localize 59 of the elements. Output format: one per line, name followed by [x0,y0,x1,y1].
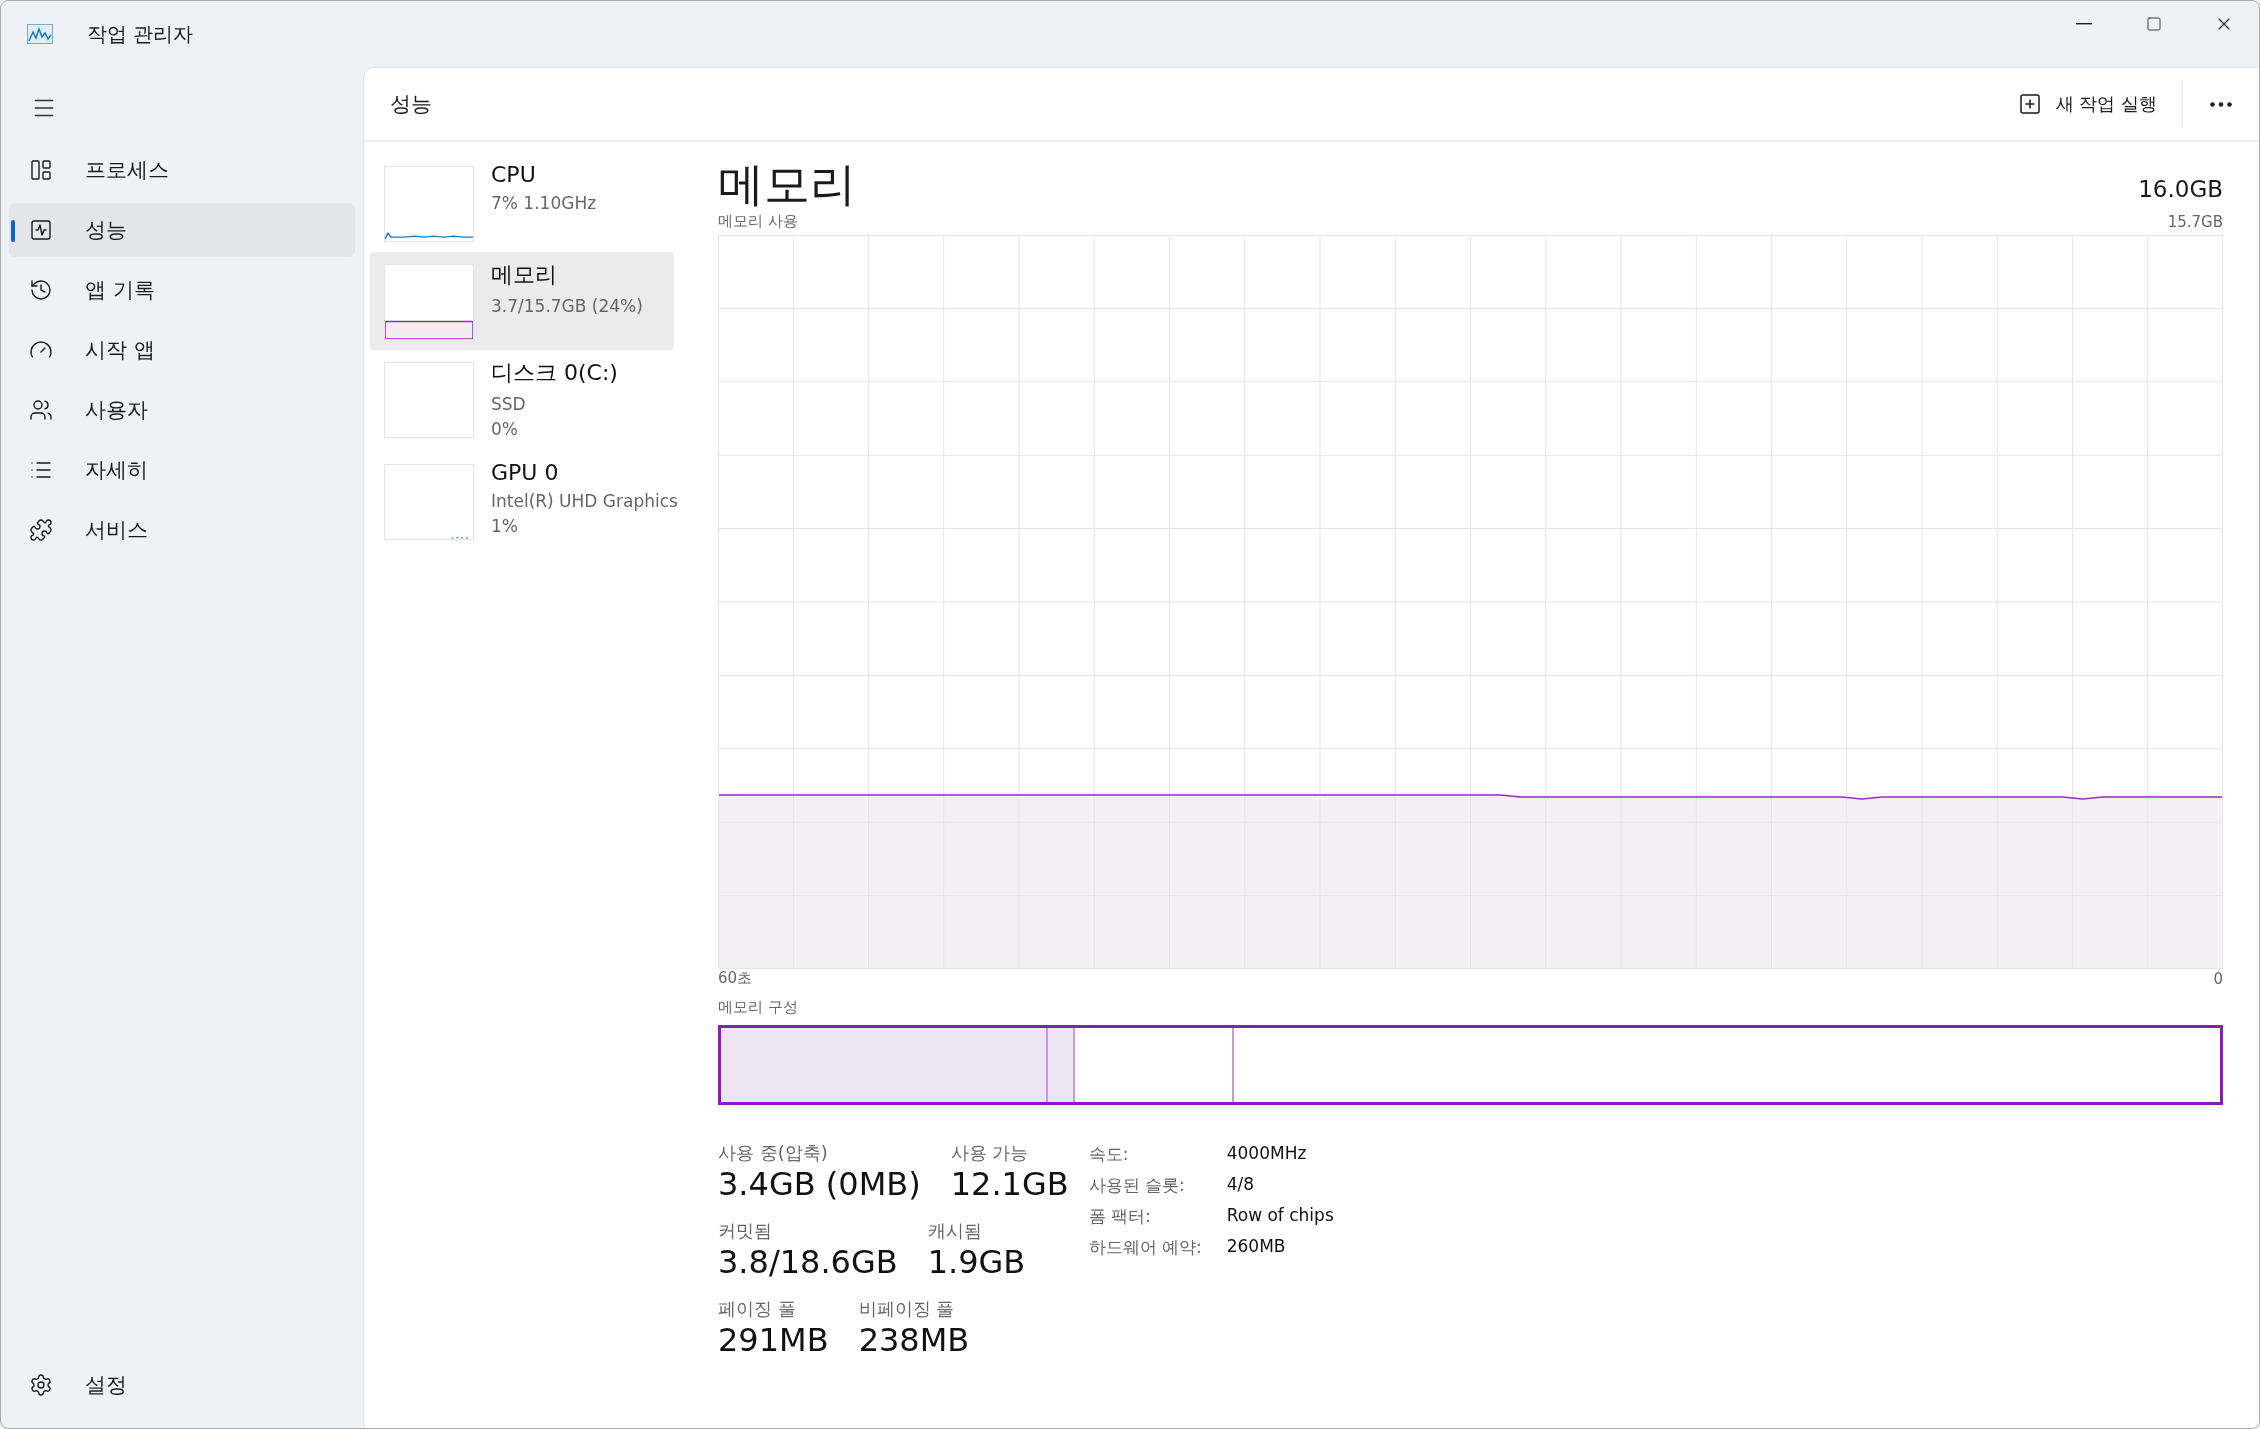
sidebar-item[interactable]: 성능 [9,203,355,257]
new-task-button[interactable]: 새 작업 실행 [2003,84,2171,124]
puzzle-icon [29,518,53,542]
detail-value: 260MB [1226,1236,1287,1258]
history-icon [29,278,53,302]
maximize-icon [2146,16,2162,32]
composition-label: 메모리 구성 [718,998,799,1017]
graph-max-label: 15.7GB [2167,213,2223,231]
stat-label: 사용 가능 [950,1141,1030,1165]
time-axis-start: 60초 [718,969,753,988]
time-axis-end: 0 [2213,970,2223,988]
window-title: 작업 관리자 [87,20,194,48]
detail-label: 폼 팩터: [1088,1205,1152,1228]
users-icon [29,398,53,422]
settings-icon [29,1373,53,1397]
memory-title: 메모리 [718,156,856,212]
minimize-icon [2076,23,2092,25]
detail-value: 4000MHz [1226,1143,1308,1165]
more-icon [2210,101,2232,107]
device-detail: 1% [491,515,519,538]
stat-label: 페이징 풀 [718,1297,797,1321]
device-detail: 3.7/15.7GB (24%) [491,295,643,318]
device-detail: SSD [491,393,527,416]
sidebar-item[interactable]: 시작 앱 [9,323,355,377]
graph-label: 메모리 사용 [718,212,798,231]
stat-value: 238MB [858,1321,970,1359]
detail-label: 사용된 슬롯: [1088,1174,1186,1197]
stat-value: 3.8/18.6GB [718,1243,898,1281]
device-name: 디스크 0(C:) [491,359,618,387]
detail-label: 속도: [1088,1143,1130,1166]
device-name: GPU 0 [491,460,560,485]
stat-label: 캐시됨 [927,1219,983,1243]
sidebar-item[interactable]: 프로세스 [9,143,355,197]
stat-label: 커밋됨 [718,1219,773,1243]
stat-label: 사용 중(압축) [718,1141,829,1165]
stat-value: 3.4GB (0MB) [718,1165,921,1203]
sidebar-item[interactable]: 서비스 [9,503,355,557]
settings-button[interactable]: 설정 [9,1358,355,1412]
stat-label: 비페이징 풀 [858,1297,956,1321]
detail-value: 4/8 [1226,1174,1256,1196]
stat-value: 291MB [718,1321,829,1359]
activity-icon [29,218,53,242]
stat-value: 1.9GB [927,1243,1026,1281]
total-memory: 16.0GB [2138,176,2223,202]
device-detail: 0% [491,418,519,441]
grid-panel-icon [29,158,53,182]
detail-label: 하드웨어 예약: [1088,1236,1203,1259]
device-name: CPU [491,162,537,187]
sidebar-item[interactable]: 앱 기록 [9,263,355,317]
detail-value: Row of chips [1226,1205,1334,1227]
add-window-icon [2017,92,2042,116]
device-detail: 7% 1.10GHz [491,192,597,215]
stat-value: 12.1GB [950,1165,1069,1203]
device-name: 메모리 [491,261,558,289]
device-item[interactable]: 메모리 3.7/15.7GB (24%) [370,252,674,350]
page-title: 성능 [390,91,432,118]
sidebar-item[interactable]: 자세히 [9,443,355,497]
sidebar-item[interactable]: 사용자 [9,383,355,437]
app-chart-icon [27,24,53,44]
